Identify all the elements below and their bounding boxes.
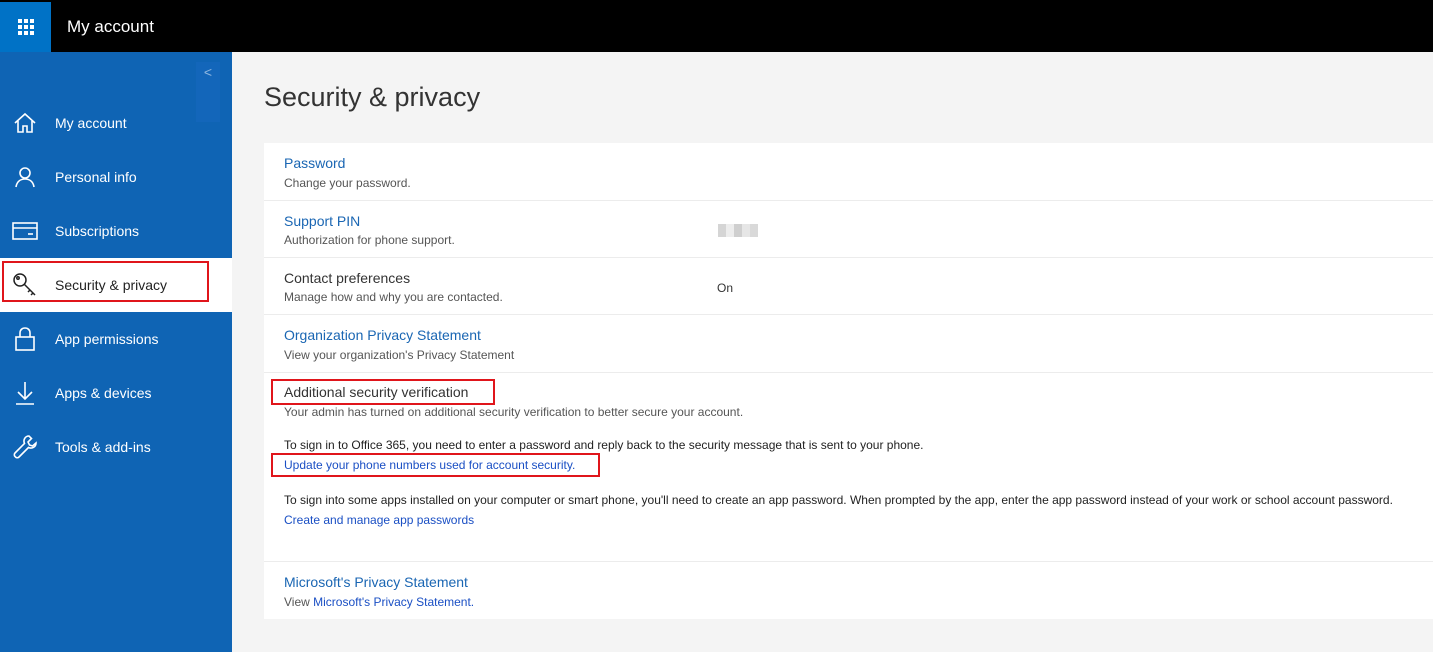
sidebar-item-security-privacy[interactable]: Security & privacy [0, 258, 232, 312]
lock-icon [12, 326, 38, 352]
top-bar: My account [0, 0, 1433, 52]
create-app-passwords-link[interactable]: Create and manage app passwords [284, 513, 474, 527]
microsoft-privacy-inline-link[interactable]: Microsoft's Privacy Statement. [313, 595, 474, 609]
highlight-box [2, 261, 209, 302]
microsoft-privacy-statement-link[interactable]: Microsoft's Privacy Statement [284, 574, 468, 590]
row-description: Manage how and why you are contacted. [284, 290, 503, 304]
support-pin-value-redacted [718, 224, 758, 237]
row-description: View Microsoft's Privacy Statement. [284, 595, 474, 609]
chevron-left-icon: < [203, 64, 213, 80]
card-icon [12, 218, 38, 244]
view-prefix-text: View [284, 595, 314, 609]
sidebar: < My account Personal info Subscriptions [0, 52, 232, 652]
sign-in-paragraph: To sign in to Office 365, you need to en… [284, 438, 924, 452]
sidebar-item-personal-info[interactable]: Personal info [0, 150, 232, 204]
row-description: View your organization's Privacy Stateme… [284, 348, 515, 362]
settings-row-support-pin[interactable]: Support PIN Authorization for phone supp… [264, 201, 1433, 258]
contact-preferences-title: Contact preferences [284, 270, 411, 286]
sidebar-item-label: Personal info [55, 169, 137, 185]
home-icon [12, 110, 38, 136]
person-icon [12, 164, 38, 190]
waffle-icon [17, 19, 34, 35]
row-description: Authorization for phone support. [284, 233, 455, 247]
main-content: Security & privacy Password Change your … [232, 52, 1433, 652]
page-title: Security & privacy [264, 82, 481, 112]
wrench-icon [12, 434, 38, 460]
settings-row-microsoft-privacy[interactable]: Microsoft's Privacy Statement View Micro… [264, 562, 1433, 619]
settings-row-password[interactable]: Password Change your password. [264, 143, 1433, 201]
update-phone-numbers-link[interactable]: Update your phone numbers used for accou… [284, 458, 575, 472]
additional-security-title: Additional security verification [284, 384, 469, 400]
org-privacy-statement-link[interactable]: Organization Privacy Statement [284, 327, 481, 343]
sidebar-item-my-account[interactable]: My account [0, 96, 232, 150]
sidebar-item-app-permissions[interactable]: App permissions [0, 312, 232, 366]
sidebar-item-subscriptions[interactable]: Subscriptions [0, 204, 232, 258]
contact-preferences-value: On [717, 281, 734, 295]
settings-row-contact-preferences[interactable]: Contact preferences Manage how and why y… [264, 258, 1433, 315]
row-description: Change your password. [284, 176, 411, 190]
sidebar-item-apps-devices[interactable]: Apps & devices [0, 366, 232, 420]
settings-row-additional-security: Additional security verification Your ad… [264, 373, 1433, 562]
app-password-paragraph: To sign into some apps installed on your… [284, 493, 1393, 507]
settings-row-org-privacy[interactable]: Organization Privacy Statement View your… [264, 315, 1433, 373]
password-link[interactable]: Password [284, 155, 345, 171]
sidebar-item-tools-addins[interactable]: Tools & add-ins [0, 420, 232, 474]
app-launcher-button[interactable] [0, 2, 51, 52]
settings-card: Password Change your password. Support P… [264, 143, 1433, 619]
sidebar-item-label: My account [55, 115, 127, 131]
support-pin-link[interactable]: Support PIN [284, 213, 360, 229]
sidebar-item-label: Subscriptions [55, 223, 140, 239]
download-icon [12, 380, 38, 406]
sidebar-item-label: App permissions [55, 331, 159, 347]
sidebar-item-label: Tools & add-ins [55, 439, 151, 455]
row-description: Your admin has turned on additional secu… [284, 405, 744, 419]
app-root: My account < My account Personal info Su… [0, 0, 1433, 652]
app-title: My account [67, 17, 154, 36]
sidebar-item-label: Apps & devices [55, 385, 152, 401]
